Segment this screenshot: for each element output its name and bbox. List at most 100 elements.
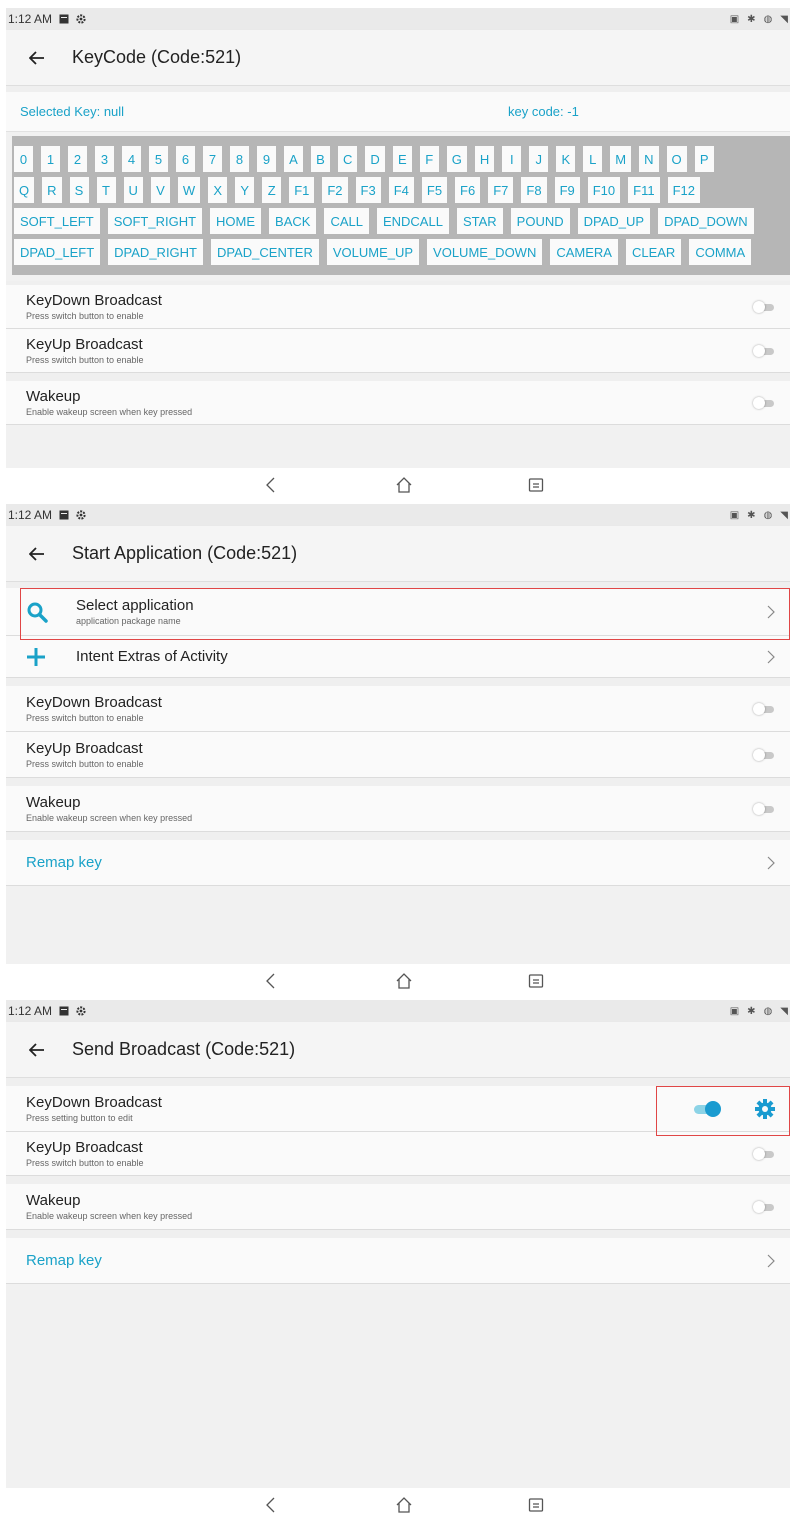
key-button[interactable]: 4	[122, 146, 141, 172]
key-button[interactable]: U	[123, 177, 143, 203]
keyup-broadcast-row[interactable]: KeyUp Broadcast Press switch button to e…	[6, 329, 790, 373]
wakeup-toggle[interactable]	[752, 396, 776, 410]
key-button[interactable]: Y	[235, 177, 255, 203]
keydown-toggle[interactable]	[752, 300, 776, 314]
key-button[interactable]: F11	[628, 177, 660, 203]
wakeup-toggle[interactable]	[752, 802, 776, 816]
wakeup-toggle[interactable]	[752, 1200, 776, 1214]
key-button[interactable]: N	[639, 146, 659, 172]
key-button[interactable]: SOFT_RIGHT	[107, 208, 203, 234]
keyup-toggle[interactable]	[752, 748, 776, 762]
wakeup-row[interactable]: Wakeup Enable wakeup screen when key pre…	[6, 1184, 790, 1230]
key-button[interactable]: V	[150, 177, 170, 203]
nav-home-icon[interactable]	[395, 1496, 413, 1514]
key-button[interactable]: F7	[488, 177, 514, 203]
key-button[interactable]: 0	[14, 146, 33, 172]
key-button[interactable]: Q	[14, 177, 35, 203]
key-button[interactable]: T	[96, 177, 116, 203]
nav-recents-icon[interactable]	[527, 972, 545, 990]
keydown-toggle-on[interactable]	[694, 1100, 721, 1117]
back-arrow-icon[interactable]	[26, 47, 48, 69]
key-button[interactable]: I	[502, 146, 522, 172]
key-button[interactable]: G	[446, 146, 467, 172]
key-button[interactable]: F2	[322, 177, 348, 203]
key-button[interactable]: X	[208, 177, 228, 203]
key-button[interactable]: F9	[554, 177, 580, 203]
key-button[interactable]: ENDCALL	[376, 208, 449, 234]
keydown-broadcast-row[interactable]: KeyDown Broadcast Press setting button t…	[6, 1086, 790, 1132]
intent-extras-row[interactable]: Intent Extras of Activity	[6, 636, 790, 678]
key-button[interactable]: DPAD_CENTER	[211, 239, 319, 265]
key-button[interactable]: P	[694, 146, 714, 172]
key-button[interactable]: M	[610, 146, 632, 172]
key-button[interactable]: H	[474, 146, 495, 172]
nav-back-icon[interactable]	[262, 972, 280, 990]
nav-recents-icon[interactable]	[527, 1496, 545, 1514]
key-button[interactable]: F10	[587, 177, 621, 203]
key-button[interactable]: R	[42, 177, 62, 203]
key-button[interactable]: F6	[455, 177, 481, 203]
key-button[interactable]: DPAD_LEFT	[14, 239, 101, 265]
key-button[interactable]: CAMERA	[550, 239, 618, 265]
key-button[interactable]: HOME	[210, 208, 262, 234]
nav-back-icon[interactable]	[262, 1496, 280, 1514]
key-button[interactable]: O	[666, 146, 687, 172]
key-button[interactable]: DPAD_RIGHT	[108, 239, 203, 265]
key-button[interactable]: 5	[149, 146, 168, 172]
key-button[interactable]: F	[419, 146, 439, 172]
keyup-toggle[interactable]	[752, 344, 776, 358]
keydown-broadcast-row[interactable]: KeyDown Broadcast Press switch button to…	[6, 686, 790, 732]
key-button[interactable]: F4	[388, 177, 414, 203]
nav-home-icon[interactable]	[395, 476, 413, 494]
key-button[interactable]: E	[392, 146, 412, 172]
key-button[interactable]: 8	[230, 146, 249, 172]
key-button[interactable]: DPAD_UP	[577, 208, 651, 234]
keyup-toggle[interactable]	[752, 1147, 776, 1161]
key-button[interactable]: F3	[355, 177, 381, 203]
key-button[interactable]: VOLUME_UP	[326, 239, 420, 265]
wakeup-row[interactable]: Wakeup Enable wakeup screen when key pre…	[6, 786, 790, 832]
key-button[interactable]: C	[338, 146, 358, 172]
back-arrow-icon[interactable]	[26, 1039, 48, 1061]
key-button[interactable]: J	[529, 146, 549, 172]
nav-home-icon[interactable]	[395, 972, 413, 990]
key-button[interactable]: 9	[257, 146, 276, 172]
key-button[interactable]: S	[69, 177, 89, 203]
wakeup-row[interactable]: Wakeup Enable wakeup screen when key pre…	[6, 381, 790, 425]
key-button[interactable]: F1	[289, 177, 315, 203]
back-arrow-icon[interactable]	[26, 543, 48, 565]
key-button[interactable]: B	[311, 146, 330, 172]
key-button[interactable]: 2	[68, 146, 87, 172]
key-button[interactable]: W	[177, 177, 201, 203]
key-button[interactable]: STAR	[456, 208, 503, 234]
remap-key-row[interactable]: Remap key	[6, 840, 790, 886]
key-button[interactable]: CALL	[324, 208, 369, 234]
key-button[interactable]: K	[556, 146, 576, 172]
select-application-row[interactable]: Select application application package n…	[6, 588, 790, 636]
key-button[interactable]: VOLUME_DOWN	[427, 239, 543, 265]
gear-icon[interactable]	[754, 1098, 776, 1120]
key-button[interactable]: BACK	[269, 208, 317, 234]
nav-recents-icon[interactable]	[527, 476, 545, 494]
key-button[interactable]: L	[583, 146, 603, 172]
keyup-broadcast-row[interactable]: KeyUp Broadcast Press switch button to e…	[6, 732, 790, 778]
remap-key-row[interactable]: Remap key	[6, 1238, 790, 1284]
key-button[interactable]: Z	[262, 177, 282, 203]
key-button[interactable]: F12	[667, 177, 700, 203]
keydown-broadcast-row[interactable]: KeyDown Broadcast Press switch button to…	[6, 285, 790, 329]
key-button[interactable]: 3	[95, 146, 114, 172]
key-button[interactable]: COMMA	[689, 239, 752, 265]
key-button[interactable]: POUND	[510, 208, 570, 234]
key-button[interactable]: SOFT_LEFT	[14, 208, 100, 234]
nav-back-icon[interactable]	[262, 476, 280, 494]
key-button[interactable]: F8	[521, 177, 547, 203]
key-button[interactable]: 6	[176, 146, 195, 172]
keydown-toggle[interactable]	[752, 702, 776, 716]
keyup-broadcast-row[interactable]: KeyUp Broadcast Press switch button to e…	[6, 1132, 790, 1176]
key-button[interactable]: 1	[41, 146, 60, 172]
key-button[interactable]: 7	[203, 146, 222, 172]
key-button[interactable]: A	[284, 146, 303, 172]
key-button[interactable]: D	[365, 146, 385, 172]
key-button[interactable]: F5	[421, 177, 448, 203]
key-button[interactable]: DPAD_DOWN	[658, 208, 754, 234]
